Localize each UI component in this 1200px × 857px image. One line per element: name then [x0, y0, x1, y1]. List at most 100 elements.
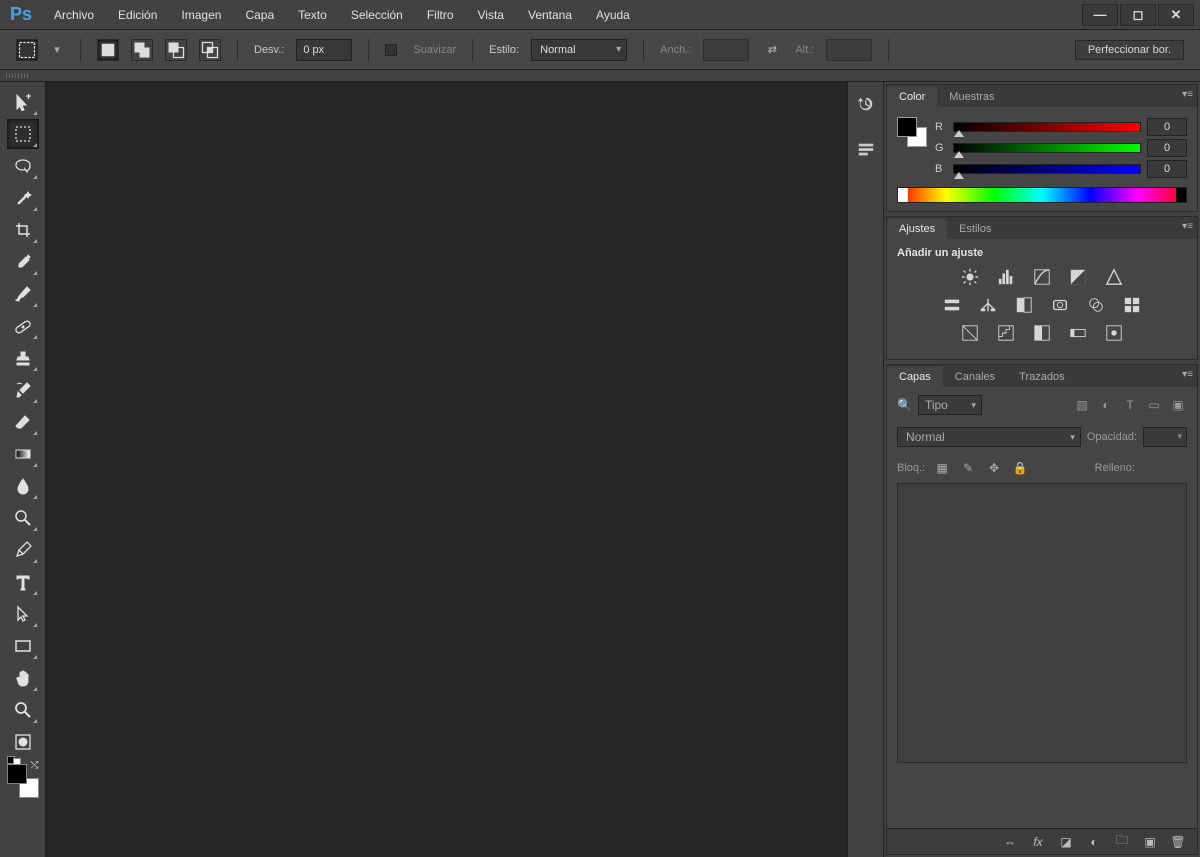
new-layer-icon[interactable]: ▣	[1141, 833, 1159, 851]
tool-preset-dropdown[interactable]: ▾	[50, 43, 64, 56]
layers-list[interactable]	[897, 483, 1187, 763]
history-brush-tool[interactable]	[7, 375, 39, 405]
channel-mixer-icon[interactable]	[1085, 295, 1107, 315]
color-spectrum[interactable]	[897, 187, 1187, 203]
link-layers-icon[interactable]: ⇔	[1001, 833, 1019, 851]
channel-G-value[interactable]: 0	[1147, 139, 1187, 157]
tool-preset-picker[interactable]	[16, 39, 38, 61]
foreground-swatch[interactable]	[897, 117, 917, 137]
adjustments-panel-menu[interactable]: ▾≡	[1182, 221, 1193, 232]
curves-icon[interactable]	[1031, 267, 1053, 287]
menu-vista[interactable]: Vista	[466, 2, 516, 28]
path-selection-tool[interactable]	[7, 599, 39, 629]
swap-colors-icon[interactable]: ⤭	[31, 760, 39, 771]
menu-seleccion[interactable]: Selección	[339, 2, 415, 28]
photo-filter-icon[interactable]	[1049, 295, 1071, 315]
history-panel-icon[interactable]	[852, 90, 880, 118]
antialias-checkbox[interactable]	[385, 44, 397, 56]
eraser-tool[interactable]	[7, 407, 39, 437]
opacity-input[interactable]	[1143, 427, 1187, 447]
filter-type-select[interactable]: Tipo	[918, 395, 982, 415]
hue-saturation-icon[interactable]	[941, 295, 963, 315]
menu-imagen[interactable]: Imagen	[169, 2, 233, 28]
healing-brush-tool[interactable]	[7, 311, 39, 341]
lock-pixels-icon[interactable]: ✎	[959, 459, 977, 477]
crop-tool[interactable]	[7, 215, 39, 245]
new-group-icon[interactable]: 🗀	[1113, 833, 1131, 851]
menu-filtro[interactable]: Filtro	[415, 2, 466, 28]
canvas[interactable]	[46, 82, 848, 857]
brush-tool[interactable]	[7, 279, 39, 309]
brightness-contrast-icon[interactable]	[959, 267, 981, 287]
tab-capas[interactable]: Capas	[887, 367, 943, 387]
tab-color[interactable]: Color	[887, 87, 937, 107]
tab-estilos[interactable]: Estilos	[947, 219, 1003, 239]
vibrance-icon[interactable]	[1103, 267, 1125, 287]
menu-edicion[interactable]: Edición	[106, 2, 169, 28]
menu-archivo[interactable]: Archivo	[42, 2, 106, 28]
channel-R-value[interactable]: 0	[1147, 118, 1187, 136]
lock-transparency-icon[interactable]: ▦	[933, 459, 951, 477]
layer-mask-icon[interactable]: ◪	[1057, 833, 1075, 851]
type-tool[interactable]	[7, 567, 39, 597]
exposure-icon[interactable]	[1067, 267, 1089, 287]
zoom-tool[interactable]	[7, 695, 39, 725]
lasso-tool[interactable]	[7, 151, 39, 181]
menu-capa[interactable]: Capa	[233, 2, 286, 28]
lock-all-icon[interactable]: 🔒	[1011, 459, 1029, 477]
refine-edge-button[interactable]: Perfeccionar bor.	[1075, 40, 1184, 60]
tab-ajustes[interactable]: Ajustes	[887, 219, 947, 239]
layer-fx-icon[interactable]: fx	[1029, 833, 1047, 851]
pen-tool[interactable]	[7, 535, 39, 565]
window-close-button[interactable]: ✕	[1158, 4, 1194, 26]
feather-input[interactable]: 0 px	[296, 39, 352, 61]
blend-mode-select[interactable]: Normal	[897, 427, 1081, 447]
channel-G-slider[interactable]	[953, 143, 1141, 153]
new-adjustment-layer-icon[interactable]: ◐	[1085, 833, 1103, 851]
lock-position-icon[interactable]: ✥	[985, 459, 1003, 477]
selection-intersect-button[interactable]	[199, 39, 221, 61]
selection-new-button[interactable]	[97, 39, 119, 61]
selective-color-icon[interactable]	[1103, 323, 1125, 343]
gradient-map-icon[interactable]	[1067, 323, 1089, 343]
filter-smartobject-icon[interactable]: ▣	[1169, 396, 1187, 414]
color-lookup-icon[interactable]	[1121, 295, 1143, 315]
delete-layer-icon[interactable]: 🗑	[1169, 833, 1187, 851]
selection-add-button[interactable]	[131, 39, 153, 61]
marquee-tool[interactable]	[7, 119, 39, 149]
channel-B-slider[interactable]	[953, 164, 1141, 174]
threshold-icon[interactable]	[1031, 323, 1053, 343]
clone-stamp-tool[interactable]	[7, 343, 39, 373]
filter-shape-icon[interactable]: ▭	[1145, 396, 1163, 414]
color-balance-icon[interactable]	[977, 295, 999, 315]
tab-trazados[interactable]: Trazados	[1007, 367, 1076, 387]
filter-adjustment-icon[interactable]: ◐	[1097, 396, 1115, 414]
tab-canales[interactable]: Canales	[943, 367, 1007, 387]
hand-tool[interactable]	[7, 663, 39, 693]
move-tool[interactable]	[7, 87, 39, 117]
eyedropper-tool[interactable]	[7, 247, 39, 277]
swap-dimensions-button[interactable]: ⇄	[761, 39, 783, 61]
color-panel-menu[interactable]: ▾≡	[1182, 89, 1193, 100]
channel-B-value[interactable]: 0	[1147, 160, 1187, 178]
levels-icon[interactable]	[995, 267, 1017, 287]
color-swatches[interactable]: ⤭	[7, 764, 39, 798]
properties-panel-icon[interactable]	[852, 136, 880, 164]
layers-panel-menu[interactable]: ▾≡	[1182, 369, 1193, 380]
shape-tool[interactable]	[7, 631, 39, 661]
foreground-color[interactable]	[7, 764, 27, 784]
invert-icon[interactable]	[959, 323, 981, 343]
style-select[interactable]: Normal	[531, 39, 627, 61]
magic-wand-tool[interactable]	[7, 183, 39, 213]
color-swatch-picker[interactable]	[897, 117, 927, 147]
quick-mask-toggle[interactable]	[7, 727, 39, 757]
posterize-icon[interactable]	[995, 323, 1017, 343]
channel-R-slider[interactable]	[953, 122, 1141, 132]
dodge-tool[interactable]	[7, 503, 39, 533]
menu-ventana[interactable]: Ventana	[516, 2, 584, 28]
selection-subtract-button[interactable]	[165, 39, 187, 61]
filter-pixel-icon[interactable]: ▧	[1073, 396, 1091, 414]
menu-texto[interactable]: Texto	[286, 2, 339, 28]
black-white-icon[interactable]	[1013, 295, 1035, 315]
menu-ayuda[interactable]: Ayuda	[584, 2, 642, 28]
